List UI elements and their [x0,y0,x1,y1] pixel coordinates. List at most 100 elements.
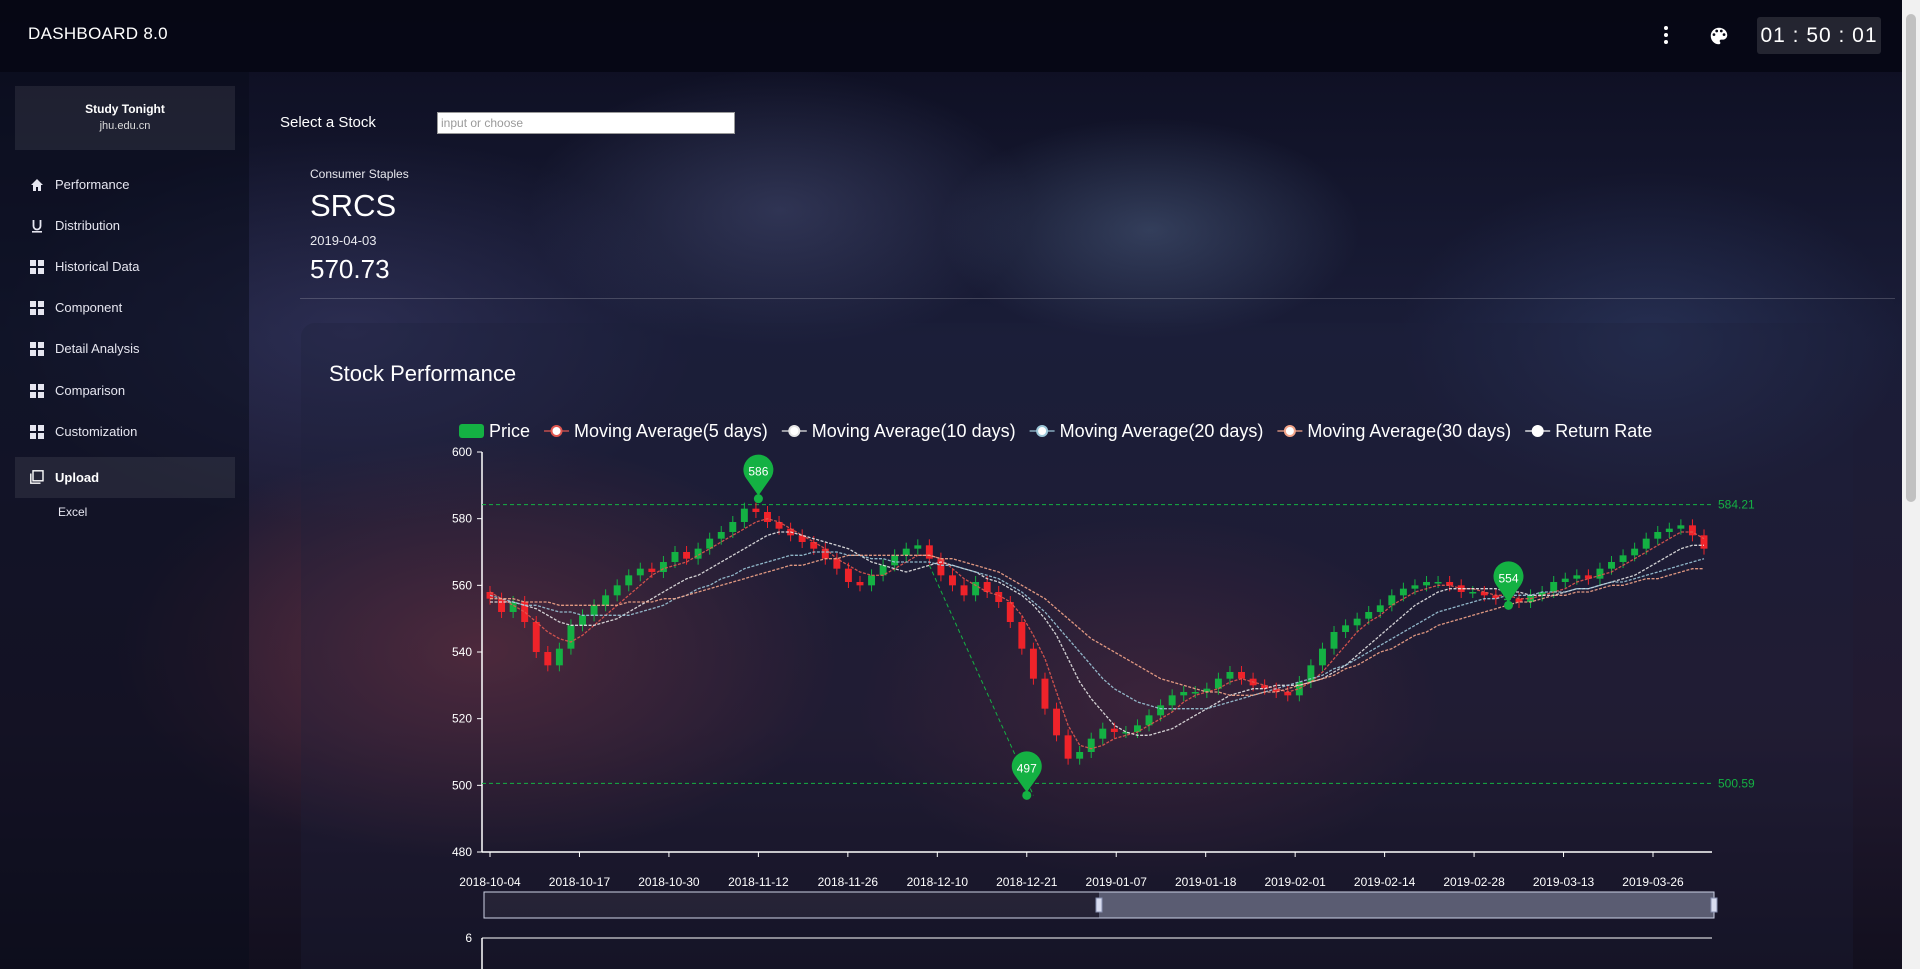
candle-body [1110,728,1118,732]
mark-line-label: 584.21 [1718,498,1755,512]
datazoom-handle-right [1710,897,1718,913]
mark-pin-label: 554 [1498,571,1518,585]
candle-body [567,625,575,649]
candle-body [891,555,899,566]
y-tick-label: 600 [452,445,472,459]
candle-body [1133,725,1141,732]
candle-body [636,568,644,576]
candle-body [671,552,679,562]
candle-body [1596,568,1604,579]
candle-body [590,605,598,616]
mark-pin-label: 586 [748,465,768,479]
candle-body [555,648,563,666]
y-tick-label: 560 [452,578,472,592]
legend-label: Moving Average(5 days) [574,421,768,441]
candle-body [1145,715,1153,726]
candle-body [683,552,691,559]
candle-body [1226,672,1234,679]
candle-body [1064,735,1072,759]
candle-body [868,575,876,586]
candle-body [1376,605,1384,612]
candle-body [729,522,737,532]
candle-body [1665,528,1673,532]
x-tick-label: 2018-11-12 [728,875,789,889]
x-tick-label: 2019-01-18 [1175,875,1237,889]
x-tick-label: 2018-10-30 [638,875,700,889]
stock-performance-chart: 480 500 520 540 560 580 600 2018-10-04 2018-10-1… [452,421,1755,969]
candle-body [1330,632,1338,649]
candle-body [740,508,748,522]
candle-body [1434,582,1442,584]
candle-body [659,562,667,572]
y-tick-label: 480 [452,845,472,859]
y-tick-label: 500 [452,778,472,792]
legend-label: Moving Average(10 days) [812,421,1016,441]
candle-body [764,512,771,522]
candle-body [1353,618,1361,626]
x-tick-label: 2019-02-28 [1443,875,1505,889]
x-tick-label: 2019-03-26 [1622,875,1684,889]
y-tick-label: 520 [452,712,472,726]
candle-body [717,532,725,539]
candle-body [1608,562,1615,569]
datazoom-handle-left [1095,897,1103,913]
candle-body [1631,548,1639,556]
mark-line-label: 500.59 [1718,776,1755,790]
candle-body [625,575,633,586]
legend-swatch-dot [1036,425,1049,437]
candle-body [579,615,586,626]
lower-y-tick-label: 6 [465,931,472,945]
candle-body [995,592,1003,602]
candle-body [902,548,910,556]
candle-body [648,568,656,572]
x-tick-label: 2018-12-21 [996,875,1058,889]
candle-body [532,622,540,652]
y-tick-label: 540 [452,645,472,659]
legend-swatch [459,424,484,438]
candle-body [949,575,956,586]
candle-body [1469,592,1477,594]
scrollbar-thumb[interactable] [1906,14,1916,502]
candle-body [1041,678,1049,709]
candle-body [960,585,968,596]
x-tick-label: 2019-02-14 [1354,875,1416,889]
datazoom-selection [1099,892,1714,918]
candle-body [844,568,852,582]
candle-body [1423,582,1430,586]
legend-label: Moving Average(20 days) [1060,421,1264,441]
legend-label: Return Rate [1555,421,1652,441]
candle-body [1619,555,1627,562]
y-tick-label: 580 [452,512,472,526]
x-tick-label: 2019-01-07 [1086,875,1148,889]
ma10-line [490,531,1704,736]
candle-body [914,545,922,549]
page-scrollbar[interactable] [1902,0,1920,969]
candle-body [1076,752,1084,759]
x-tick-label: 2018-10-04 [459,875,521,889]
candle-body [856,582,864,586]
candle-body [1018,622,1026,649]
candle-body [1087,738,1095,752]
legend-swatch-dot [550,425,563,437]
legend-label: Price [489,421,530,441]
candle-body [1642,538,1650,549]
candle-body [1411,585,1419,589]
candle-body [1029,648,1037,679]
candle-body [613,585,621,596]
legend-swatch-dot [1531,425,1544,437]
candle-body [775,522,783,529]
candle-body [983,582,991,592]
candle-body [1399,588,1407,596]
x-tick-label: 2018-11-26 [818,875,879,889]
candle-body [544,652,552,666]
candle-body [1654,532,1662,539]
candle-body [1238,672,1245,679]
mark-pin-label: 497 [1017,761,1037,775]
candle-body [1573,575,1581,579]
candle-body [602,595,610,606]
x-tick-label: 2018-10-17 [549,875,611,889]
legend-swatch-dot [1283,425,1296,437]
candle-body [1677,525,1685,529]
candle-body [1157,705,1165,716]
candle-body [1550,582,1558,592]
